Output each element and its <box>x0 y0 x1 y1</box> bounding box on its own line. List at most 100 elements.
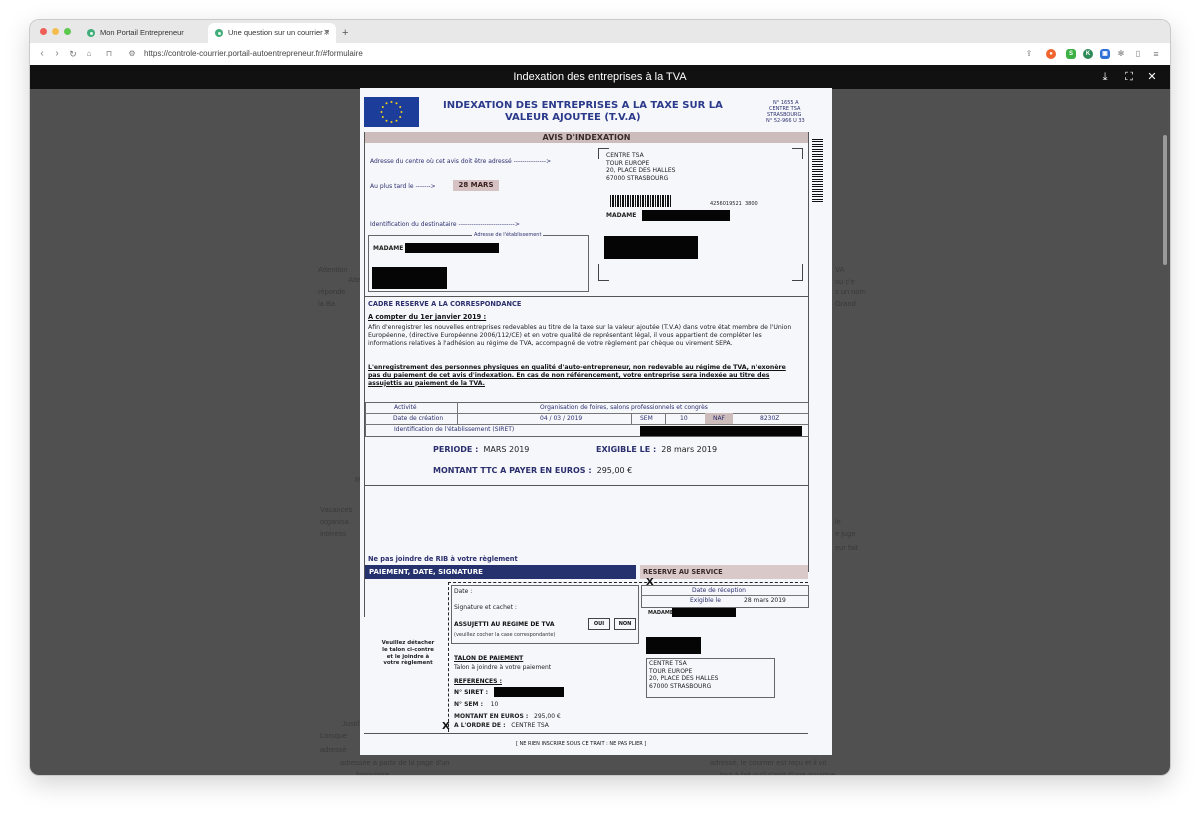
veuillez-note: Veuillez détacher le talon ci-contre et … <box>381 640 435 667</box>
background-text: le <box>835 517 841 526</box>
background-text: Attention <box>318 265 348 274</box>
background-text: formulaire <box>356 770 390 775</box>
background-text: Grand <box>835 299 856 308</box>
madame-label: MADAME <box>606 212 637 219</box>
exigible-row: EXIGIBLE LE : 28 mars 2019 <box>596 445 717 454</box>
table-row-line <box>365 424 808 425</box>
center-name: CENTRE TSA <box>606 152 644 159</box>
references-title: REFERENCES : <box>454 678 502 685</box>
fullscreen-icon[interactable]: ⛶ <box>1121 65 1137 89</box>
reload-icon[interactable]: ↻ <box>67 43 79 65</box>
scrollbar[interactable] <box>1163 135 1167 265</box>
background-text: e juge <box>835 529 856 538</box>
intro-paragraph: Afin d'enregistrer les nouvelles entrepr… <box>368 324 792 347</box>
sem-ref-label: N° SEM : <box>454 701 483 708</box>
ref-code: N° 52-966 U 33 <box>766 118 805 124</box>
warning-paragraph: L'enregistrement des personnes physiques… <box>368 364 786 387</box>
etablissement-madame: MADAME <box>373 245 404 252</box>
extension-s-icon[interactable]: S <box>1066 49 1076 59</box>
forward-icon[interactable]: › <box>51 43 63 65</box>
frame-line <box>808 132 809 572</box>
site-favicon-icon <box>87 29 95 37</box>
sidebar-icon[interactable]: ▯ <box>1132 43 1144 65</box>
table-col-line <box>457 402 458 424</box>
date-label: Date : <box>454 588 473 595</box>
eu-flag-icon <box>364 97 419 127</box>
cocher-note: (veuillez cocher la case correspondante) <box>454 632 556 638</box>
extension-print-icon[interactable]: ▣ <box>1100 49 1110 59</box>
corner-mark <box>598 148 609 159</box>
plus-tard-label: Au plus tard le -------> <box>370 183 436 190</box>
background-text: ou c'e <box>835 277 855 286</box>
table-col-line <box>631 413 632 424</box>
new-tab-button[interactable]: + <box>342 23 348 43</box>
naf-value: 8230Z <box>760 415 780 422</box>
extension-k-icon[interactable]: K <box>1083 49 1093 59</box>
tab-une-question[interactable]: Une question sur un courrier ? ✕ <box>208 23 336 43</box>
plus-tard-arrow: -------> <box>415 183 436 190</box>
redacted-siret <box>640 426 802 436</box>
periode-row: PERIODE : MARS 2019 <box>433 445 529 454</box>
site-settings-icon[interactable]: ⚙ <box>126 43 138 65</box>
table-col-line <box>665 413 666 424</box>
document-title-line-1: INDEXATION DES ENTREPRISES A LA TAXE SUR… <box>443 100 723 111</box>
corner-mark <box>598 264 609 281</box>
viewer-title: Indexation des entreprises à la TVA <box>513 71 687 83</box>
sem-label: SEM <box>640 415 653 422</box>
section-divider <box>364 296 808 297</box>
service-address: CENTRE TSA TOUR EUROPE 20, PLACE DES HAL… <box>649 660 718 690</box>
cut-line <box>448 582 808 583</box>
identification-label-text: Identification du destinataire <box>370 221 457 228</box>
download-icon[interactable]: ⤓ <box>1097 65 1113 89</box>
reserve-band: RESERVE AU SERVICE <box>640 565 808 579</box>
document-title-line-2: VALEUR AJOUTEE (T.V.A) <box>505 112 641 123</box>
close-icon[interactable]: ✕ <box>1144 65 1160 89</box>
exigible-le-label: Exigible le <box>690 597 721 604</box>
activite-label: Activité <box>394 404 417 411</box>
shield-icon[interactable]: ● <box>1046 49 1056 59</box>
corner-mark <box>792 148 803 159</box>
background-text: adressée à partir de la page d'un <box>340 758 450 767</box>
sem-value: 10 <box>680 415 688 422</box>
close-tab-icon[interactable]: ✕ <box>323 23 330 43</box>
montant-ref: MONTANT EN EUROS : 295,00 € <box>454 713 561 720</box>
compter-title: A compter du 1er janvier 2019 : <box>368 313 487 321</box>
frame-line <box>364 132 365 617</box>
background-text: tout à fait qu'il s'agit d'une arnaque <box>720 770 836 775</box>
site-favicon-icon <box>215 29 223 37</box>
back-icon[interactable]: ‹ <box>36 43 48 65</box>
bookmark-icon[interactable]: ⊓ <box>103 43 115 65</box>
non-checkbox[interactable]: NON <box>614 618 636 630</box>
paiement-band: PAIEMENT, DATE, SIGNATURE <box>365 565 636 579</box>
home-icon[interactable]: ⌂ <box>83 43 95 65</box>
cadre-title: CADRE RESERVE A LA CORRESPONDANCE <box>368 300 522 308</box>
address-bar[interactable]: https://controle-courrier.portail-autoen… <box>144 43 363 65</box>
adresse-label-text: Adresse du centre où cet avis doit être … <box>370 158 512 165</box>
periode-label: PERIODE : <box>433 445 479 454</box>
maximize-window-icon[interactable] <box>64 28 71 35</box>
close-window-icon[interactable] <box>40 28 47 35</box>
center-line-2: TOUR EUROPE <box>606 159 650 167</box>
siret-ref-label: N° SIRET : <box>454 689 488 696</box>
oui-checkbox[interactable]: OUI <box>588 618 610 630</box>
background-text: intéress <box>320 529 347 538</box>
background-text: VA <box>835 265 845 274</box>
extensions-icon[interactable]: ✻ <box>1115 43 1127 65</box>
background-text: Justif <box>342 719 360 728</box>
share-icon[interactable]: ⇪ <box>1023 43 1035 65</box>
plus-tard-text: Au plus tard le <box>370 183 414 190</box>
barcode-suffix: 3800 <box>745 201 758 207</box>
date-reception-label: Date de réception <box>692 587 746 594</box>
background-text: Vacances <box>320 505 353 514</box>
minimize-window-icon[interactable] <box>52 28 59 35</box>
menu-icon[interactable]: ≡ <box>1150 43 1162 65</box>
avis-band: AVIS D'INDEXATION <box>365 132 808 143</box>
exigible-le-date: 28 mars 2019 <box>744 597 786 604</box>
background-text: s un nom <box>835 287 866 296</box>
cut-line-vertical <box>448 582 449 732</box>
bottom-divider <box>364 733 808 734</box>
background-text: adressé, le courrier est reçu et il vit <box>710 758 827 767</box>
background-text: Lorsque <box>320 731 348 740</box>
center-line-2: TOUR EUROPE <box>649 667 693 675</box>
tab-mon-portail[interactable]: Mon Portail Entrepreneur <box>80 23 205 43</box>
